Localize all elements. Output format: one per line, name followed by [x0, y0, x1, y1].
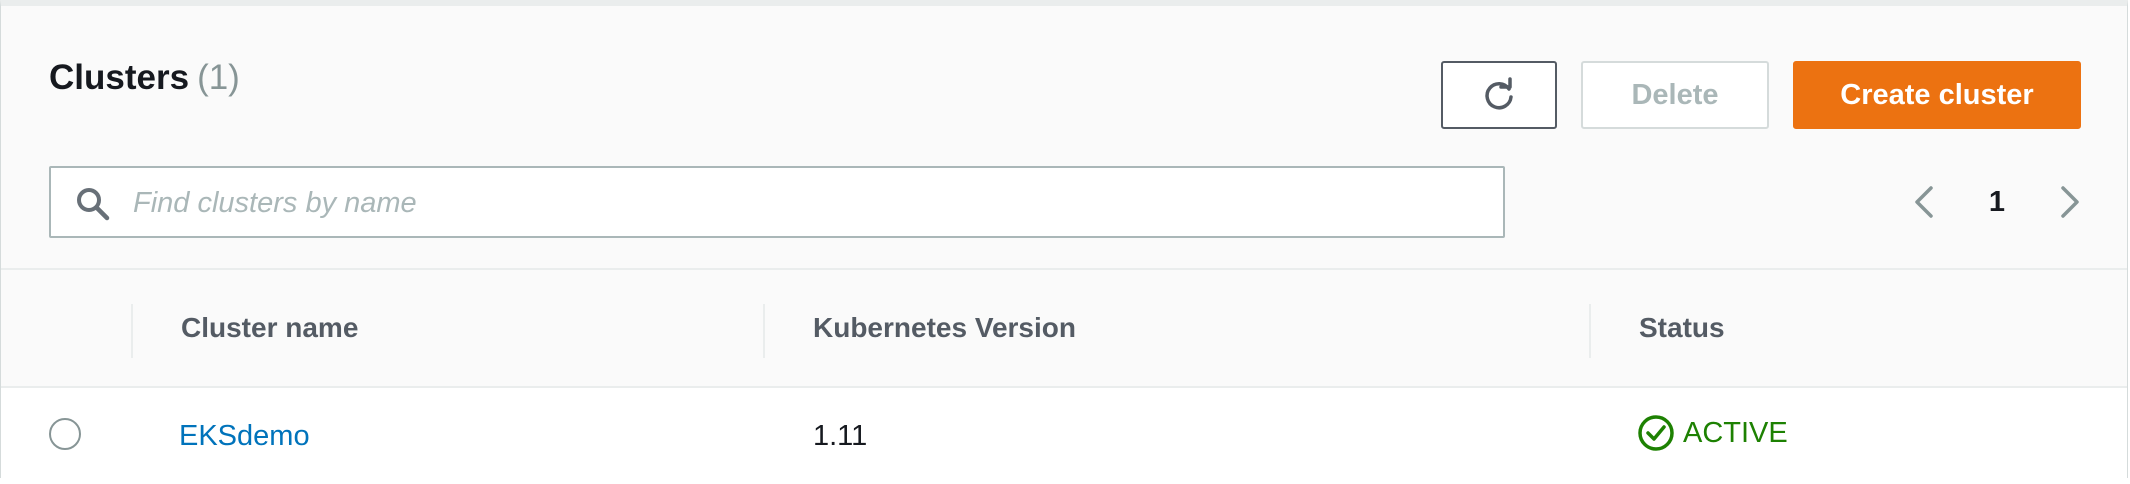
column-header-cluster-name[interactable]: Cluster name [181, 312, 358, 344]
delete-button[interactable]: Delete [1581, 61, 1769, 129]
cluster-count: (1) [197, 58, 240, 97]
cluster-name-link[interactable]: EKSdemo [179, 420, 310, 453]
column-separator [1589, 304, 1591, 358]
column-separator [763, 304, 765, 358]
column-separator [131, 304, 133, 358]
refresh-icon [1485, 77, 1513, 110]
clusters-panel: Clusters(1) Delete Create cluster 1 Clus… [0, 0, 2128, 484]
kubernetes-version: 1.11 [813, 420, 868, 452]
column-header-status[interactable]: Status [1639, 312, 1725, 344]
table-header: Cluster name Kubernetes Version Status [1, 270, 2127, 388]
title-text: Clusters [49, 58, 190, 97]
status-text: ACTIVE [1683, 416, 1788, 449]
page-title: Clusters (1) [49, 58, 240, 98]
search-icon [77, 188, 110, 221]
table-row: EKSdemo 1.11 ACTIVE [1, 388, 2127, 484]
row-select-radio[interactable] [49, 418, 81, 450]
panel-header: Clusters(1) Delete Create cluster 1 [1, 6, 2127, 270]
check-circle-icon [1638, 415, 1674, 451]
chevron-right-icon[interactable] [2049, 182, 2089, 222]
status-badge: ACTIVE [1637, 414, 1788, 452]
refresh-button[interactable] [1441, 61, 1557, 129]
current-page[interactable]: 1 [1981, 186, 2013, 219]
column-header-kubernetes-version[interactable]: Kubernetes Version [813, 312, 1076, 344]
chevron-left-icon[interactable] [1905, 182, 1945, 222]
create-cluster-button[interactable]: Create cluster [1793, 61, 2081, 129]
search-box[interactable] [49, 166, 1505, 238]
search-input[interactable] [131, 168, 1495, 238]
